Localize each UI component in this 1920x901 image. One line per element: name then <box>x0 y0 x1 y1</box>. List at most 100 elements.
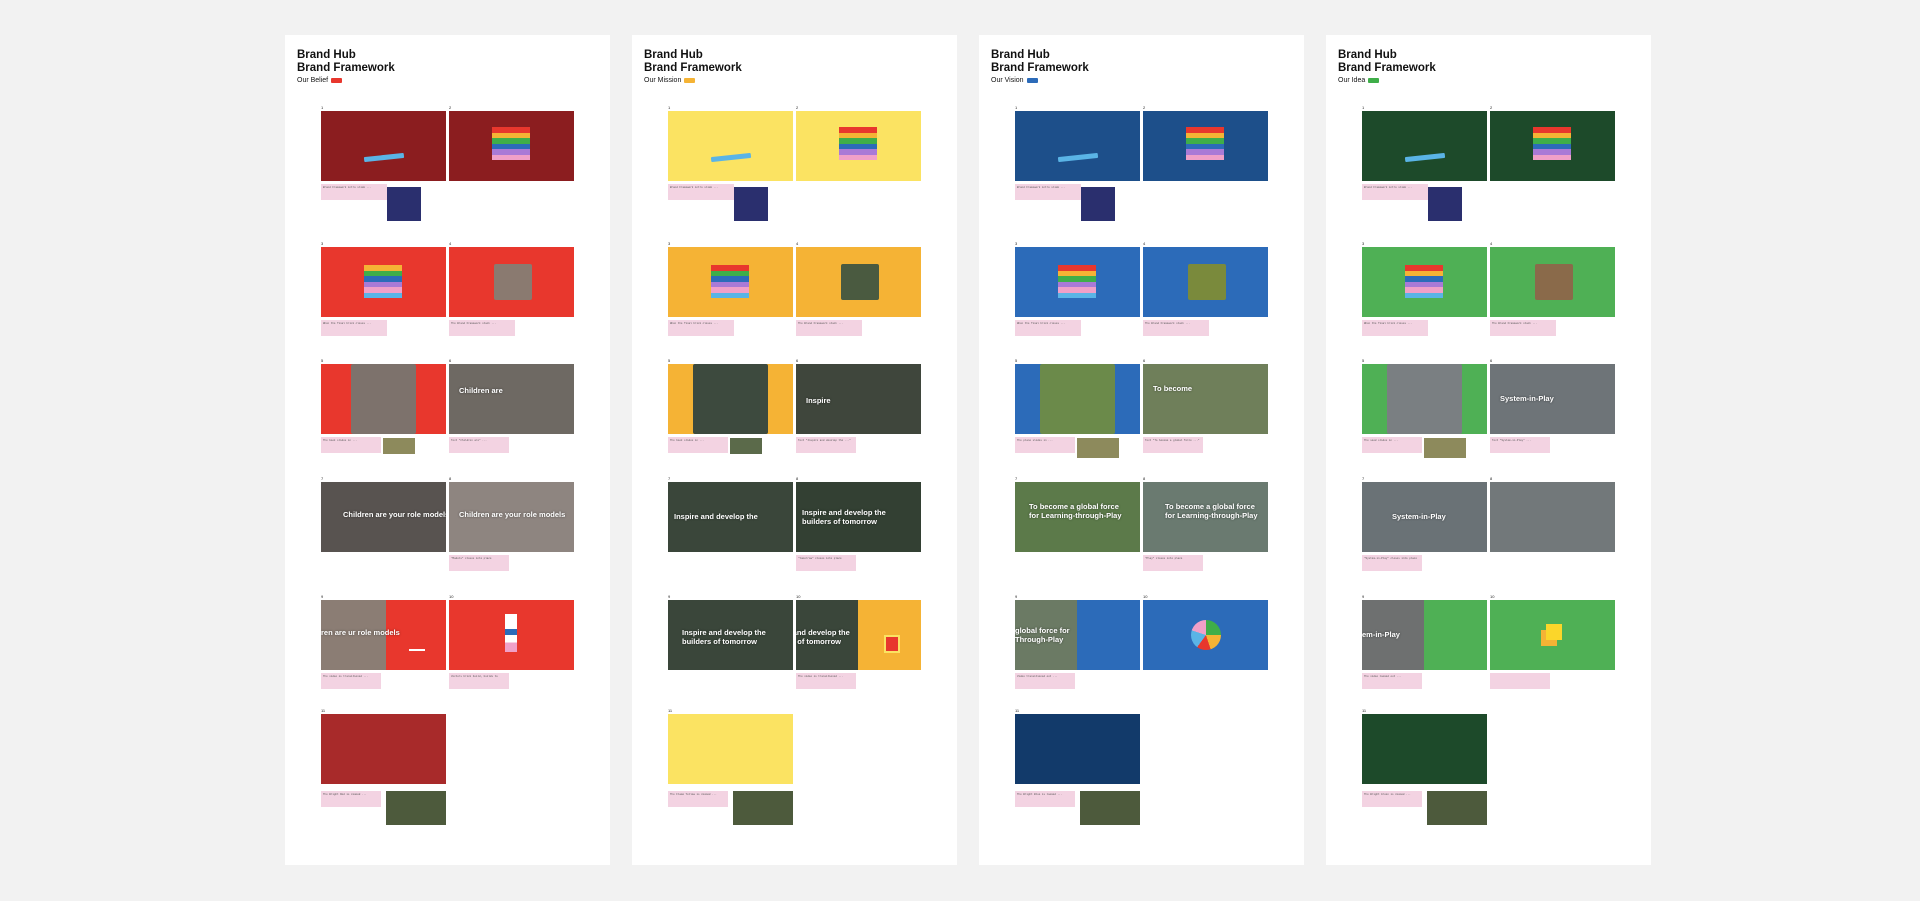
brick-chip-icon <box>684 78 696 83</box>
storyboard-frame[interactable] <box>1490 111 1615 181</box>
sheet-subtitle: Our Vision <box>991 77 1038 84</box>
thumbnail[interactable] <box>387 187 421 221</box>
storyboard-frame[interactable] <box>1362 111 1487 181</box>
storyboard-frame[interactable] <box>449 600 574 670</box>
frame-number: 10 <box>449 594 454 599</box>
photo-inset <box>1387 364 1462 434</box>
storyboard-frame[interactable]: ren are ur role models <box>321 600 446 670</box>
brick-bar <box>710 152 752 163</box>
thumbnail[interactable] <box>1081 187 1115 221</box>
thumbnail[interactable] <box>733 791 793 825</box>
storyboard-frame[interactable]: System-in-Play <box>1362 482 1487 552</box>
storyboard-frame[interactable]: Inspire <box>796 364 921 434</box>
frame-caption: Children are your role models <box>343 510 446 519</box>
frame-note: Vectors brick build, builds to <box>449 673 509 689</box>
storyboard-frame[interactable] <box>668 111 793 181</box>
brick-stack-icon <box>492 127 530 160</box>
thumbnail[interactable] <box>386 791 446 825</box>
frame-note: "System-in-Play" closes into place <box>1362 555 1422 571</box>
frame-number: 9 <box>1362 594 1365 599</box>
storyboard-frame[interactable] <box>449 111 574 181</box>
storyboard-frame[interactable] <box>1143 111 1268 181</box>
storyboard-frame[interactable] <box>796 111 921 181</box>
frame-note <box>1490 673 1550 689</box>
storyboard-frame[interactable] <box>1362 714 1487 784</box>
storyboard-frame[interactable] <box>449 247 574 317</box>
frame-number: 9 <box>321 594 324 599</box>
photo-inset <box>1535 264 1573 300</box>
thumbnail[interactable] <box>1080 791 1140 825</box>
storyboard-frame[interactable] <box>1015 364 1140 434</box>
frame-note: The book slides in ... <box>668 437 728 453</box>
photo-inset <box>1188 264 1226 300</box>
frame-note: Text "System-in-Play" ... <box>1490 437 1550 453</box>
storyboard-frame[interactable]: Inspire and develop the builders of tomo… <box>796 600 921 670</box>
storyboard-frame[interactable] <box>668 364 793 434</box>
storyboard-frame[interactable] <box>1143 600 1268 670</box>
storyboard-frame[interactable] <box>1362 247 1487 317</box>
storyboard-frame[interactable]: em-in-Play <box>1362 600 1487 670</box>
thumbnail[interactable] <box>383 438 415 454</box>
sheet-title: Brand Hub Brand Framework <box>991 49 1089 74</box>
storyboard-frame[interactable]: Inspire and develop the builders of tomo… <box>668 600 793 670</box>
thumbnail[interactable] <box>734 187 768 221</box>
storyboard-frame[interactable]: Inspire and develop the builders of tomo… <box>796 482 921 552</box>
frame-number: 2 <box>449 105 452 110</box>
storyboard-frame[interactable]: To become <box>1143 364 1268 434</box>
storyboard-frame[interactable]: Children are your role models <box>449 482 574 552</box>
storyboard-frame[interactable] <box>1015 247 1140 317</box>
storyboard-frame[interactable]: Inspire and develop the <box>668 482 793 552</box>
storyboard-frame[interactable] <box>1490 482 1615 552</box>
storyboard-frame[interactable] <box>321 247 446 317</box>
brick-bar <box>409 649 425 651</box>
frame-number: 3 <box>668 241 671 246</box>
storyboard-frame[interactable] <box>1015 111 1140 181</box>
brick-tower-icon <box>505 614 517 652</box>
storyboard-frame[interactable] <box>1490 247 1615 317</box>
storyboard-frame[interactable] <box>321 714 446 784</box>
storyboard-frame[interactable] <box>1143 247 1268 317</box>
thumbnail[interactable] <box>1077 438 1119 458</box>
storyboard-frame[interactable]: Children are <box>449 364 574 434</box>
storyboard-frame[interactable] <box>1490 600 1615 670</box>
thumbnail[interactable] <box>1427 791 1487 825</box>
storyboard-frame[interactable]: To become a global force for Learning-th… <box>1015 482 1140 552</box>
storyboard-frame[interactable] <box>321 364 446 434</box>
frame-caption: Inspire and develop the <box>674 512 758 521</box>
brick-stack-icon <box>711 265 749 298</box>
storyboard-frame[interactable] <box>1362 364 1487 434</box>
thumbnail[interactable] <box>730 438 762 454</box>
frame-note: Brand Framework intro slide ... <box>1362 184 1428 200</box>
frame-number: 4 <box>449 241 452 246</box>
brick-stack-icon <box>1405 265 1443 298</box>
storyboard-frame[interactable]: global force for Through-Play <box>1015 600 1140 670</box>
thumbnail[interactable] <box>1424 438 1466 458</box>
storyboard-frame[interactable] <box>796 247 921 317</box>
frame-number: 2 <box>796 105 799 110</box>
sheet-title: Brand Hub Brand Framework <box>297 49 395 74</box>
frame-note: The plane slides in ... <box>1015 437 1075 453</box>
frame-note: When the final brick closes ... <box>668 320 734 336</box>
frame-number: 6 <box>796 358 799 363</box>
storyboard-frame[interactable]: To become a global force for Learning-th… <box>1143 482 1268 552</box>
frame-number: 5 <box>668 358 671 363</box>
frame-number: 9 <box>668 594 671 599</box>
brick-bar <box>1057 152 1099 163</box>
sheet-title: Brand Hub Brand Framework <box>644 49 742 74</box>
storyboard-frame[interactable] <box>1015 714 1140 784</box>
frame-number: 1 <box>1362 105 1365 110</box>
storyboard-frame[interactable]: Children are your role models <box>321 482 446 552</box>
frame-number: 3 <box>1362 241 1365 246</box>
storyboard-frame[interactable] <box>668 714 793 784</box>
frame-caption: Inspire and develop the builders of tomo… <box>802 508 886 526</box>
photo-inset <box>351 364 416 434</box>
storyboard-frame[interactable] <box>668 247 793 317</box>
storyboard-frame[interactable] <box>321 111 446 181</box>
frame-number: 8 <box>1490 476 1493 481</box>
thumbnail[interactable] <box>1428 187 1462 221</box>
storyboard-frame[interactable]: System-in-Play <box>1490 364 1615 434</box>
globe-brick-icon <box>1191 620 1221 650</box>
sheet-subtitle: Our Belief <box>297 77 343 84</box>
frame-note: The Brand Framework stack ... <box>796 320 862 336</box>
frame-number: 5 <box>321 358 324 363</box>
